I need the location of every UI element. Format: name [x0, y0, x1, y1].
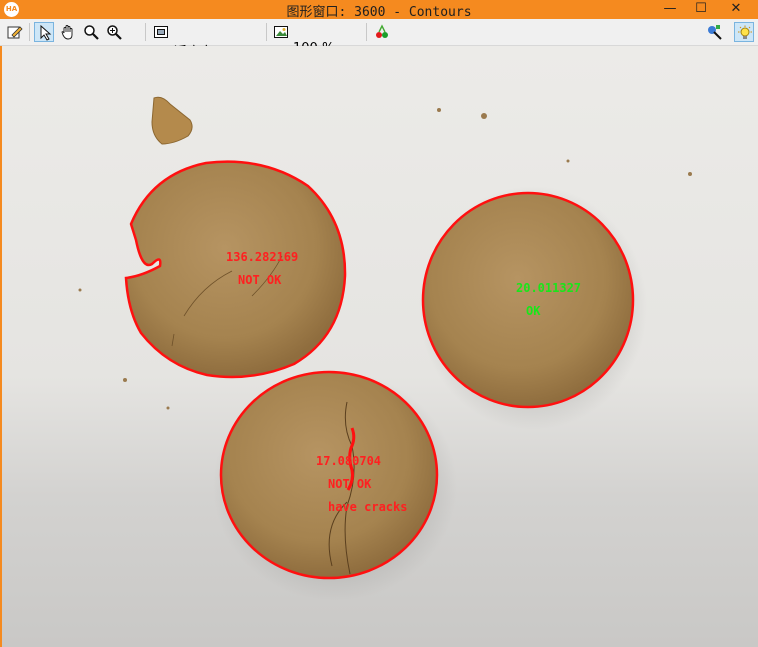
image-display: [78, 96, 692, 601]
graphics-toolbar: 适应窗口 100 %: [0, 19, 758, 60]
zoom-in-icon[interactable]: [104, 22, 124, 42]
cookie-1-status: NOT OK: [238, 273, 282, 287]
magnifier-icon[interactable]: [81, 22, 101, 42]
minimize-button[interactable]: —: [655, 0, 685, 19]
edit-icon[interactable]: [5, 22, 25, 42]
crumb-dot: [688, 172, 692, 176]
color-icon[interactable]: [372, 22, 392, 42]
cookie-3-value: 17.080704: [316, 454, 382, 468]
visualization-icon[interactable]: [704, 22, 724, 42]
cookie-crumb: [151, 96, 193, 145]
cookie-2-value: 20.011327: [516, 281, 582, 295]
cookie-1-value: 136.282169: [226, 250, 299, 264]
crumb-dot: [566, 159, 570, 163]
window-title: 图形窗口: 3600 - Contours: [286, 5, 472, 20]
cookie-1: [124, 160, 347, 379]
close-button[interactable]: ✕: [721, 0, 751, 19]
maximize-button[interactable]: ☐: [686, 0, 716, 19]
graphics-canvas[interactable]: 136.282169 NOT OK 20.011327 OK 17.080704…: [2, 46, 758, 647]
crumb-dot: [78, 288, 82, 292]
crumb-dot: [437, 108, 441, 112]
fit-window-icon[interactable]: [151, 22, 171, 42]
cookie-2-status: OK: [526, 304, 541, 318]
image-zoom-icon[interactable]: [271, 22, 291, 42]
cookie-3-note: have cracks: [328, 500, 408, 514]
crumb-dot: [123, 378, 127, 382]
lightbulb-icon[interactable]: [734, 22, 754, 42]
title-bar: HA 图形窗口: 3600 - Contours — ☐ ✕: [0, 0, 758, 20]
pointer-icon[interactable]: [34, 22, 54, 42]
crumb-dot: [166, 406, 170, 410]
hand-icon[interactable]: [58, 22, 78, 42]
cookie-3-status: NOT OK: [328, 477, 372, 491]
crumb-dot: [481, 113, 487, 119]
